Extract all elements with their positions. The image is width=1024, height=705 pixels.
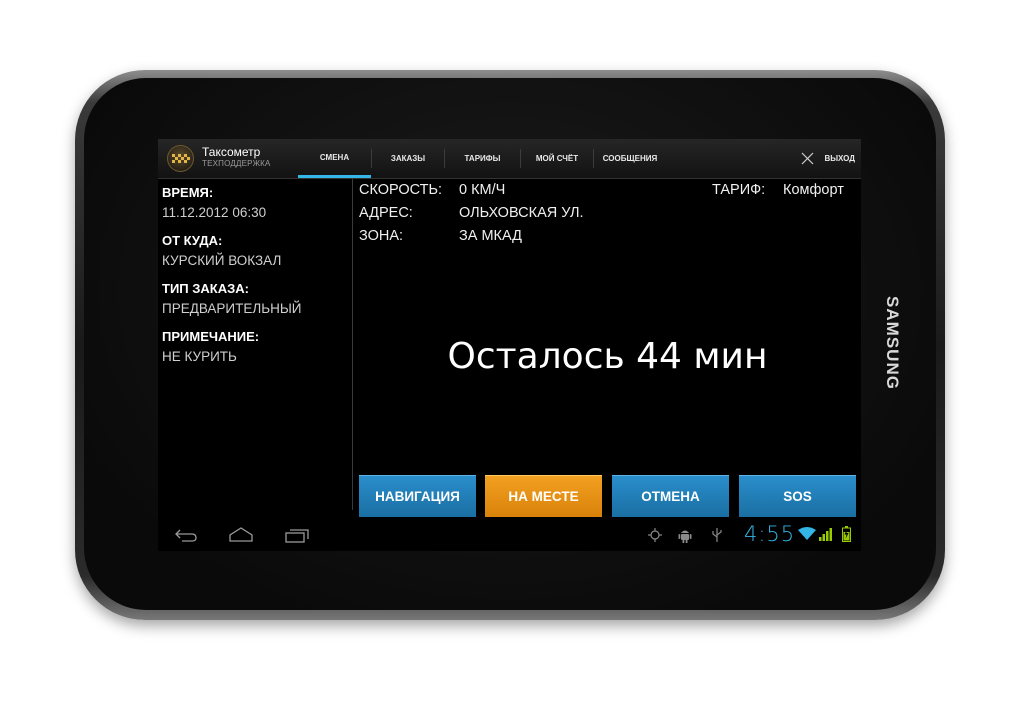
home-icon[interactable] xyxy=(228,527,254,543)
order-info-panel: ВРЕМЯ: 11.12.2012 06:30 ОТ КУДА: КУРСКИЙ… xyxy=(158,179,353,510)
order-type-label: ТИП ЗАКАЗА: xyxy=(162,281,249,296)
note-value: НЕ КУРИТЬ xyxy=(162,349,237,364)
arrived-button[interactable]: НА МЕСТЕ xyxy=(485,475,602,517)
action-bar: Таксометр ТЕХПОДДЕРЖКА СМЕНА ЗАКАЗЫ ТАРИ… xyxy=(158,139,861,179)
speed-label: СКОРОСТЬ: xyxy=(359,182,443,198)
tariff-value: Комфорт xyxy=(783,182,844,198)
signal-icon xyxy=(819,528,832,541)
android-debug-icon xyxy=(678,530,692,543)
sos-button[interactable]: SOS xyxy=(739,475,856,517)
note-label: ПРИМЕЧАНИЕ: xyxy=(162,329,260,344)
tab-tariffs[interactable]: ТАРИФЫ xyxy=(445,139,520,178)
taxi-logo-icon[interactable] xyxy=(167,145,194,172)
app-title: Таксометр xyxy=(202,145,261,159)
gps-icon xyxy=(648,528,662,542)
tariff-label: ТАРИФ: xyxy=(712,182,766,198)
from-label: ОТ КУДА: xyxy=(162,233,223,248)
address-label: АДРЕС: xyxy=(359,205,413,221)
address-value: ОЛЬХОВСКАЯ УЛ. xyxy=(459,205,584,221)
app-subtitle: ТЕХПОДДЕРЖКА xyxy=(202,159,271,168)
back-icon[interactable] xyxy=(174,528,198,542)
zone-label: ЗОНА: xyxy=(359,228,404,244)
tab-orders[interactable]: ЗАКАЗЫ xyxy=(372,139,444,178)
exit-button[interactable]: ВЫХОД xyxy=(801,139,855,178)
speed-value: 0 КМ/Ч xyxy=(459,182,506,198)
time-label: ВРЕМЯ: xyxy=(162,185,214,200)
time-value: 11.12.2012 06:30 xyxy=(162,205,267,220)
battery-icon xyxy=(842,526,851,542)
remaining-time: Осталось 44 мин xyxy=(447,336,768,377)
exit-label: ВЫХОД xyxy=(824,154,855,163)
wifi-icon xyxy=(798,527,816,540)
close-icon xyxy=(802,152,814,165)
device-brand: SAMSUNG xyxy=(883,296,902,390)
system-bar: 4:55 xyxy=(158,519,861,551)
zone-value: ЗА МКАД xyxy=(459,228,522,244)
cancel-button[interactable]: ОТМЕНА xyxy=(612,475,729,517)
trip-status-panel: СКОРОСТЬ: 0 КМ/Ч АДРЕС: ОЛЬХОВСКАЯ УЛ. З… xyxy=(354,179,861,517)
order-type-value: ПРЕДВАРИТЕЛЬНЫЙ xyxy=(162,301,302,316)
tab-my-account[interactable]: МОЙ СЧЁТ xyxy=(521,139,593,178)
recent-apps-icon[interactable] xyxy=(284,527,310,543)
from-value: КУРСКИЙ ВОКЗАЛ xyxy=(162,253,282,268)
usb-icon xyxy=(712,528,722,542)
screen: Таксометр ТЕХПОДДЕРЖКА СМЕНА ЗАКАЗЫ ТАРИ… xyxy=(158,139,861,551)
navigation-button[interactable]: НАВИГАЦИЯ xyxy=(359,475,476,517)
tab-shift[interactable]: СМЕНА xyxy=(298,139,371,178)
tab-messages[interactable]: СООБЩЕНИЯ xyxy=(594,139,666,178)
status-clock: 4:55 xyxy=(744,522,796,546)
